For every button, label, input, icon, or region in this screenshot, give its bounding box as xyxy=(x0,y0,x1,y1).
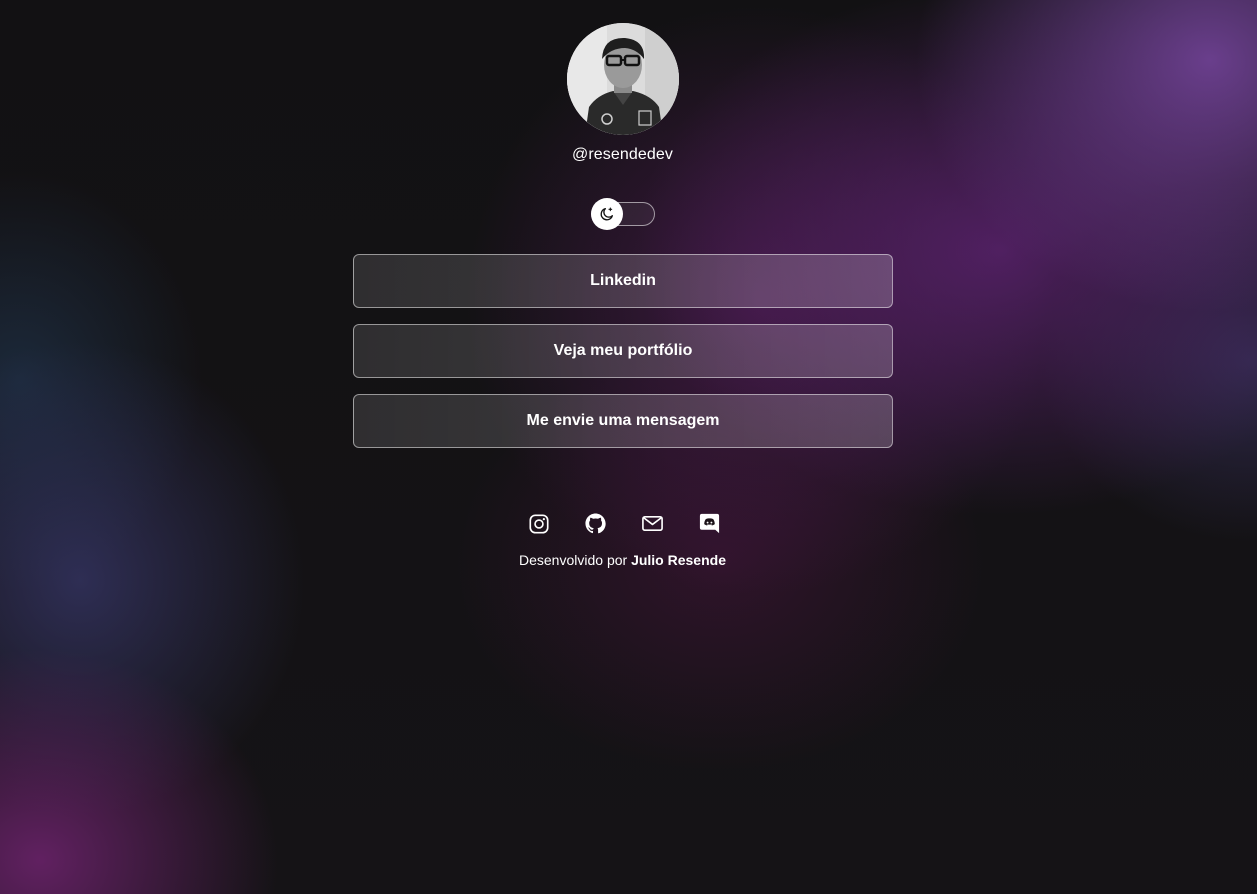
portfolio-button[interactable]: Veja meu portfólio xyxy=(353,324,893,378)
instagram-icon[interactable] xyxy=(527,512,550,535)
toggle-knob[interactable] xyxy=(591,198,623,230)
page: @resendedev Linkedin Veja meu portfólio … xyxy=(0,0,1257,894)
github-icon[interactable] xyxy=(584,512,607,535)
discord-icon[interactable] xyxy=(698,512,721,535)
message-button[interactable]: Me envie uma mensagem xyxy=(353,394,893,448)
mail-icon[interactable] xyxy=(641,512,664,535)
moon-icon xyxy=(600,207,613,221)
theme-toggle[interactable] xyxy=(591,198,655,230)
footer-author[interactable]: Julio Resende xyxy=(631,552,726,568)
profile-header: @resendedev xyxy=(0,23,1245,164)
social-links xyxy=(527,512,721,535)
profile-handle: @resendedev xyxy=(572,146,673,163)
footer-prefix: Desenvolvido por xyxy=(519,552,628,568)
linkedin-button[interactable]: Linkedin xyxy=(353,254,893,308)
avatar-photo xyxy=(566,23,679,135)
footer-credit: Desenvolvido por Julio Resende xyxy=(0,552,1245,568)
avatar xyxy=(566,23,679,135)
links-list: Linkedin Veja meu portfólio Me envie uma… xyxy=(353,254,893,464)
